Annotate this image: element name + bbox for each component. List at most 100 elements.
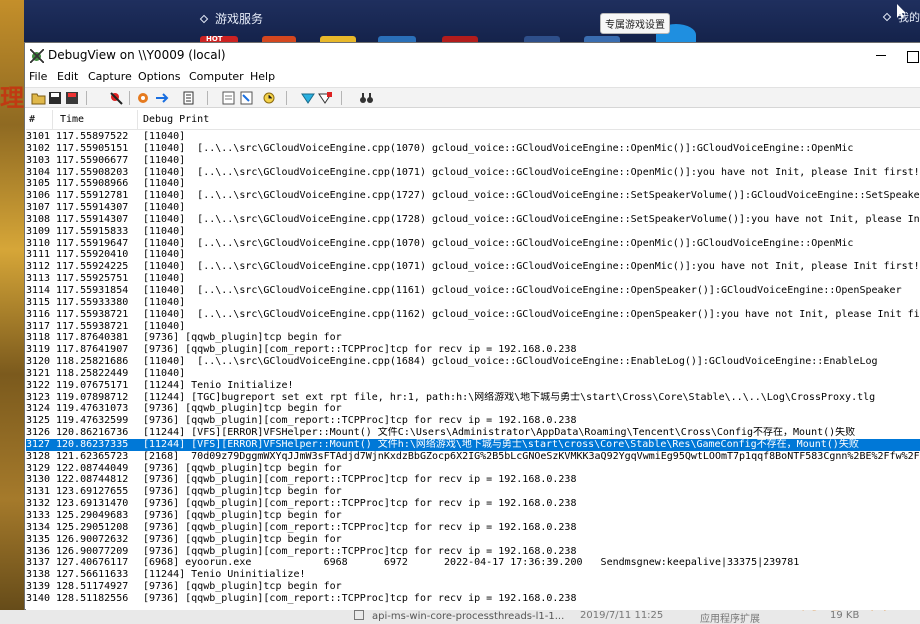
list-row[interactable]: 3127 120.86237335 [11244] [VFS][ERROR]VFSH… <box>26 438 920 451</box>
title-bar[interactable]: DebugView on \\Y0009 (local) <box>25 43 920 69</box>
list-row[interactable]: 3129 122.08744049 [9736] [qqwb_plugin]tcp … <box>26 463 920 475</box>
row-debug-print: [9736] [qqwb_plugin]tcp begin for <box>143 462 342 474</box>
history-icon[interactable] <box>301 91 316 105</box>
game-service-tab[interactable]: 游戏服务 <box>199 10 263 27</box>
clear-icon[interactable] <box>155 91 170 105</box>
maximize-button[interactable] <box>901 43 920 69</box>
row-time: 126.90072632 <box>56 533 129 545</box>
desktop-wallpaper: 理 <box>0 0 24 624</box>
row-index: 3122 <box>26 379 51 391</box>
row-time: 117.55906677 <box>56 154 129 166</box>
row-index: 3125 <box>26 415 51 427</box>
find-icon[interactable] <box>182 91 197 105</box>
list-row[interactable]: 3134 125.29051208 [9736] [qqwb_plugin][com… <box>26 522 920 534</box>
list-row[interactable]: 3140 128.51182556 [9736] [qqwb_plugin][com… <box>26 593 920 605</box>
row-index: 3123 <box>26 391 51 403</box>
column-divider[interactable] <box>137 110 138 130</box>
column-header-index[interactable]: # <box>29 114 35 125</box>
list-row[interactable]: 3125 119.47632599 [9736] [qqwb_plugin][com… <box>26 415 920 427</box>
list-row[interactable]: 3128 121.62365723 [2168] 70d09z79DggmWXYqJ… <box>26 451 920 463</box>
open-icon[interactable] <box>31 91 46 105</box>
row-debug-print: [9736] [qqwb_plugin][com_report::TCPProc… <box>143 474 577 486</box>
list-row[interactable]: 3124 119.47631073 [9736] [qqwb_plugin]tcp … <box>26 403 920 415</box>
list-row[interactable]: 3120 118.25821686 [11040] [..\..\src\GClou… <box>26 356 920 368</box>
list-row[interactable]: 3123 119.07898712 [11244] [TGC]bugreport s… <box>26 392 920 404</box>
list-row[interactable]: 3136 126.90077209 [9736] [qqwb_plugin][com… <box>26 546 920 558</box>
history-filter-icon[interactable] <box>318 91 333 105</box>
save-icon[interactable] <box>48 91 63 105</box>
list-row[interactable]: 3137 127.40676117 [6968] eyoorun.exe 6968 … <box>26 557 920 569</box>
list-row[interactable]: 3107 117.55914307 [11040] <box>26 202 920 214</box>
list-row[interactable]: 3104 117.55908203 [11040] [..\..\src\GClou… <box>26 167 920 179</box>
save-as-icon[interactable] <box>65 91 80 105</box>
list-row[interactable]: 3138 127.56611633 [11244] Tenio Uninitiali… <box>26 569 920 581</box>
list-row[interactable]: 3116 117.55938721 [11040] [..\..\src\GClou… <box>26 309 920 321</box>
row-debug-print: [11040] [..\..\src\GCloudVoiceEngine.cpp… <box>143 190 920 202</box>
clock-icon[interactable] <box>262 91 277 105</box>
row-index: 3111 <box>26 249 51 261</box>
menu-help[interactable]: Help <box>250 70 275 83</box>
explorer-file-row[interactable]: api-ms-win-core-processthreads-l1-1... 2… <box>0 610 920 624</box>
list-row[interactable]: 3118 117.87640381 [9736] [qqwb_plugin]tcp … <box>26 332 920 344</box>
row-time: 117.55912781 <box>56 190 129 202</box>
list-row[interactable]: 3122 119.07675171 [11244] Tenio Initialize… <box>26 380 920 392</box>
list-row[interactable]: 3106 117.55912781 [11040] [..\..\src\GClou… <box>26 190 920 202</box>
list-row[interactable]: 3102 117.55905151 [11040] [..\..\src\GClou… <box>26 143 920 155</box>
row-index: 3108 <box>26 213 51 225</box>
binoculars-icon[interactable] <box>359 91 374 105</box>
row-time: 118.25822449 <box>56 367 129 379</box>
list-row[interactable]: 3121 118.25822449 [11040] <box>26 368 920 380</box>
list-row[interactable]: 3119 117.87641907 [9736] [qqwb_plugin][com… <box>26 344 920 356</box>
list-row[interactable]: 3111 117.55920410 [11040] <box>26 249 920 261</box>
row-debug-print: [11040] <box>143 154 186 166</box>
list-row[interactable]: 3108 117.55914307 [11040] [..\..\src\GClou… <box>26 214 920 226</box>
column-header-time[interactable]: Time <box>60 114 84 125</box>
debug-output-list[interactable]: # Time Debug Print 3101 117.55897522 [1104… <box>26 110 920 610</box>
autoscroll-icon[interactable] <box>137 91 152 105</box>
row-debug-print: [11040] <box>143 273 186 285</box>
list-row[interactable]: 3117 117.55938721 [11040] <box>26 321 920 333</box>
list-row[interactable]: 3115 117.55933380 [11040] <box>26 297 920 309</box>
list-row[interactable]: 3101 117.55897522 [11040] <box>26 131 920 143</box>
row-time: 127.56611633 <box>56 569 129 581</box>
row-index: 3116 <box>26 308 51 320</box>
list-row[interactable]: 3113 117.55925751 [11040] <box>26 273 920 285</box>
list-row[interactable]: 3126 120.86216736 [11244] [VFS][ERROR]VFSH… <box>26 427 920 439</box>
row-index: 3131 <box>26 486 51 498</box>
list-row[interactable]: 3105 117.55908966 [11040] <box>26 178 920 190</box>
list-row[interactable]: 3109 117.55915833 [11040] <box>26 226 920 238</box>
list-row[interactable]: 3130 122.08744812 [9736] [qqwb_plugin][com… <box>26 474 920 486</box>
menu-file[interactable]: File <box>29 70 47 83</box>
row-time: 117.55924225 <box>56 261 129 273</box>
menu-edit[interactable]: Edit <box>57 70 78 83</box>
column-divider[interactable] <box>52 110 53 130</box>
row-time: 117.55897522 <box>56 131 129 142</box>
list-row[interactable]: 3135 126.90072632 [9736] [qqwb_plugin]tcp … <box>26 534 920 546</box>
list-row[interactable]: 3103 117.55906677 [11040] <box>26 155 920 167</box>
list-row[interactable]: 3133 125.29049683 [9736] [qqwb_plugin]tcp … <box>26 510 920 522</box>
row-index: 3127 <box>26 438 51 450</box>
list-row[interactable]: 3110 117.55919647 [11040] [..\..\src\GClou… <box>26 238 920 250</box>
list-row[interactable]: 3114 117.55931854 [11040] [..\..\src\GClou… <box>26 285 920 297</box>
menu-bar: File Edit Capture Options Computer Help <box>25 69 920 87</box>
row-debug-print: [6968] eyoorun.exe 6968 6972 2022-04-17 … <box>143 557 800 569</box>
minimize-button[interactable] <box>861 43 901 69</box>
list-row[interactable]: 3139 128.51174927 [9736] [qqwb_plugin]tcp … <box>26 581 920 593</box>
column-header-debug-print[interactable]: Debug Print <box>143 114 209 125</box>
list-row[interactable]: 3131 123.69127655 [9736] [qqwb_plugin]tcp … <box>26 486 920 498</box>
row-index: 3133 <box>26 510 51 521</box>
row-debug-print: [11040] <box>143 225 186 237</box>
highlight-icon[interactable] <box>240 91 255 105</box>
menu-computer[interactable]: Computer <box>189 70 244 83</box>
row-time: 117.55914307 <box>56 213 129 225</box>
row-debug-print: [2168] 70d09z79DggmWXYqJJmW3sFTAdjd7WjnK… <box>143 450 920 462</box>
menu-options[interactable]: Options <box>138 70 180 83</box>
menu-capture[interactable]: Capture <box>88 70 132 83</box>
toolbar-separator <box>86 91 87 105</box>
filter-icon[interactable] <box>222 91 237 105</box>
list-row[interactable]: 3132 123.69131470 [9736] [qqwb_plugin][com… <box>26 498 920 510</box>
row-time: 120.86237335 <box>56 438 129 450</box>
row-debug-print: [11040] <box>143 131 186 142</box>
list-row[interactable]: 3112 117.55924225 [11040] [..\..\src\GClou… <box>26 261 920 273</box>
capture-icon[interactable] <box>109 91 124 105</box>
